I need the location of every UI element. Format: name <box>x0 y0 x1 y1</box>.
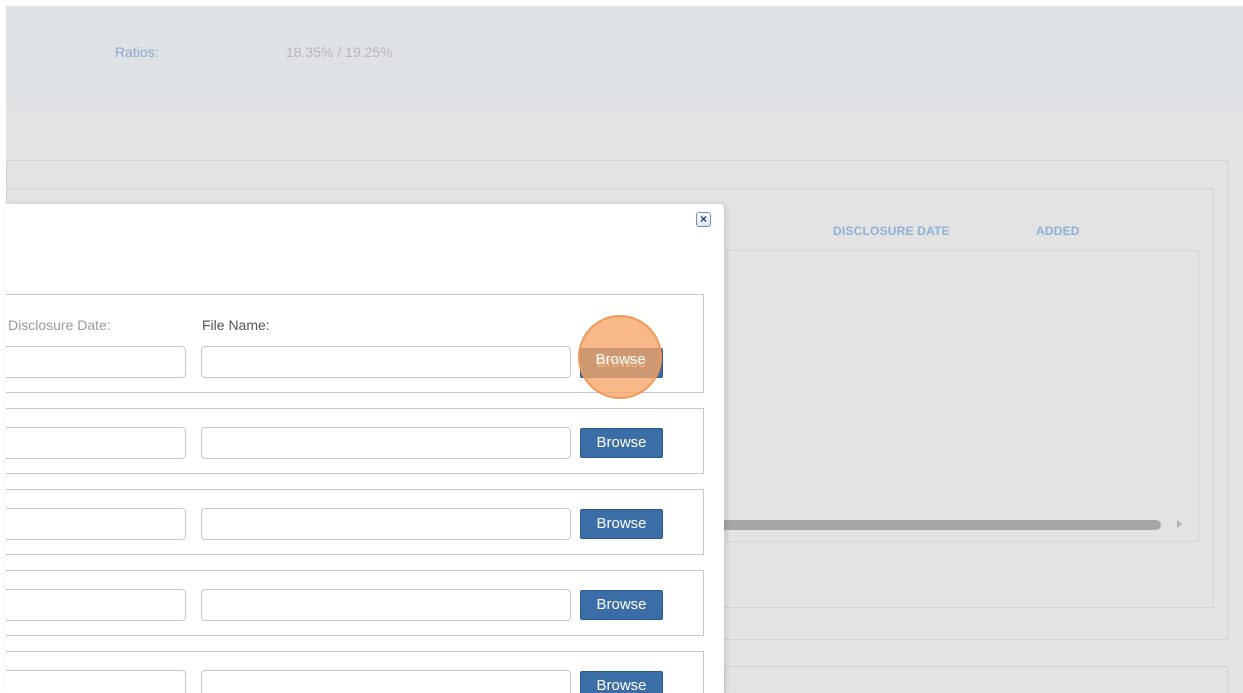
disclosure-date-input[interactable] <box>6 508 186 540</box>
column-header-disclosure-date[interactable]: DISCLOSURE DATE <box>833 224 950 238</box>
ratios-label: Ratios: <box>115 44 159 60</box>
file-name-input[interactable] <box>201 427 571 459</box>
disclosure-date-input[interactable] <box>6 427 186 459</box>
disclosure-date-label: Disclosure Date: <box>8 317 111 333</box>
browse-button[interactable]: Browse <box>580 348 663 378</box>
documents-grid-body <box>727 250 1199 542</box>
browse-button[interactable]: Browse <box>580 509 663 539</box>
upload-row-5: Browse <box>6 651 704 693</box>
upload-row-2: Browse <box>6 408 704 474</box>
upload-row-3: Browse <box>6 489 704 555</box>
horizontal-scrollbar-thumb[interactable] <box>724 520 1161 530</box>
file-name-input[interactable] <box>201 508 571 540</box>
ratios-value: 18.35% / 19.25% <box>286 44 393 60</box>
upload-row-4: Browse <box>6 570 704 636</box>
upload-row-1: Disclosure Date: File Name: Browse <box>6 294 704 393</box>
browse-button[interactable]: Browse <box>580 428 663 458</box>
close-icon[interactable]: × <box>696 212 711 227</box>
disclosure-date-input[interactable] <box>6 670 186 693</box>
lower-panel <box>724 666 1228 693</box>
summary-band <box>6 6 1243 110</box>
upload-dialog: × Disclosure Date: File Name: Browse Bro… <box>6 204 724 693</box>
file-name-input[interactable] <box>201 670 571 693</box>
file-name-input[interactable] <box>201 346 571 378</box>
disclosure-date-input[interactable] <box>6 589 186 621</box>
disclosure-date-input[interactable] <box>6 346 186 378</box>
column-header-added[interactable]: ADDED <box>1036 224 1080 238</box>
file-name-input[interactable] <box>201 589 571 621</box>
browse-button[interactable]: Browse <box>580 671 663 693</box>
browse-button[interactable]: Browse <box>580 590 663 620</box>
file-name-label: File Name: <box>202 317 270 333</box>
scroll-right-arrow-icon[interactable] <box>1177 520 1182 528</box>
